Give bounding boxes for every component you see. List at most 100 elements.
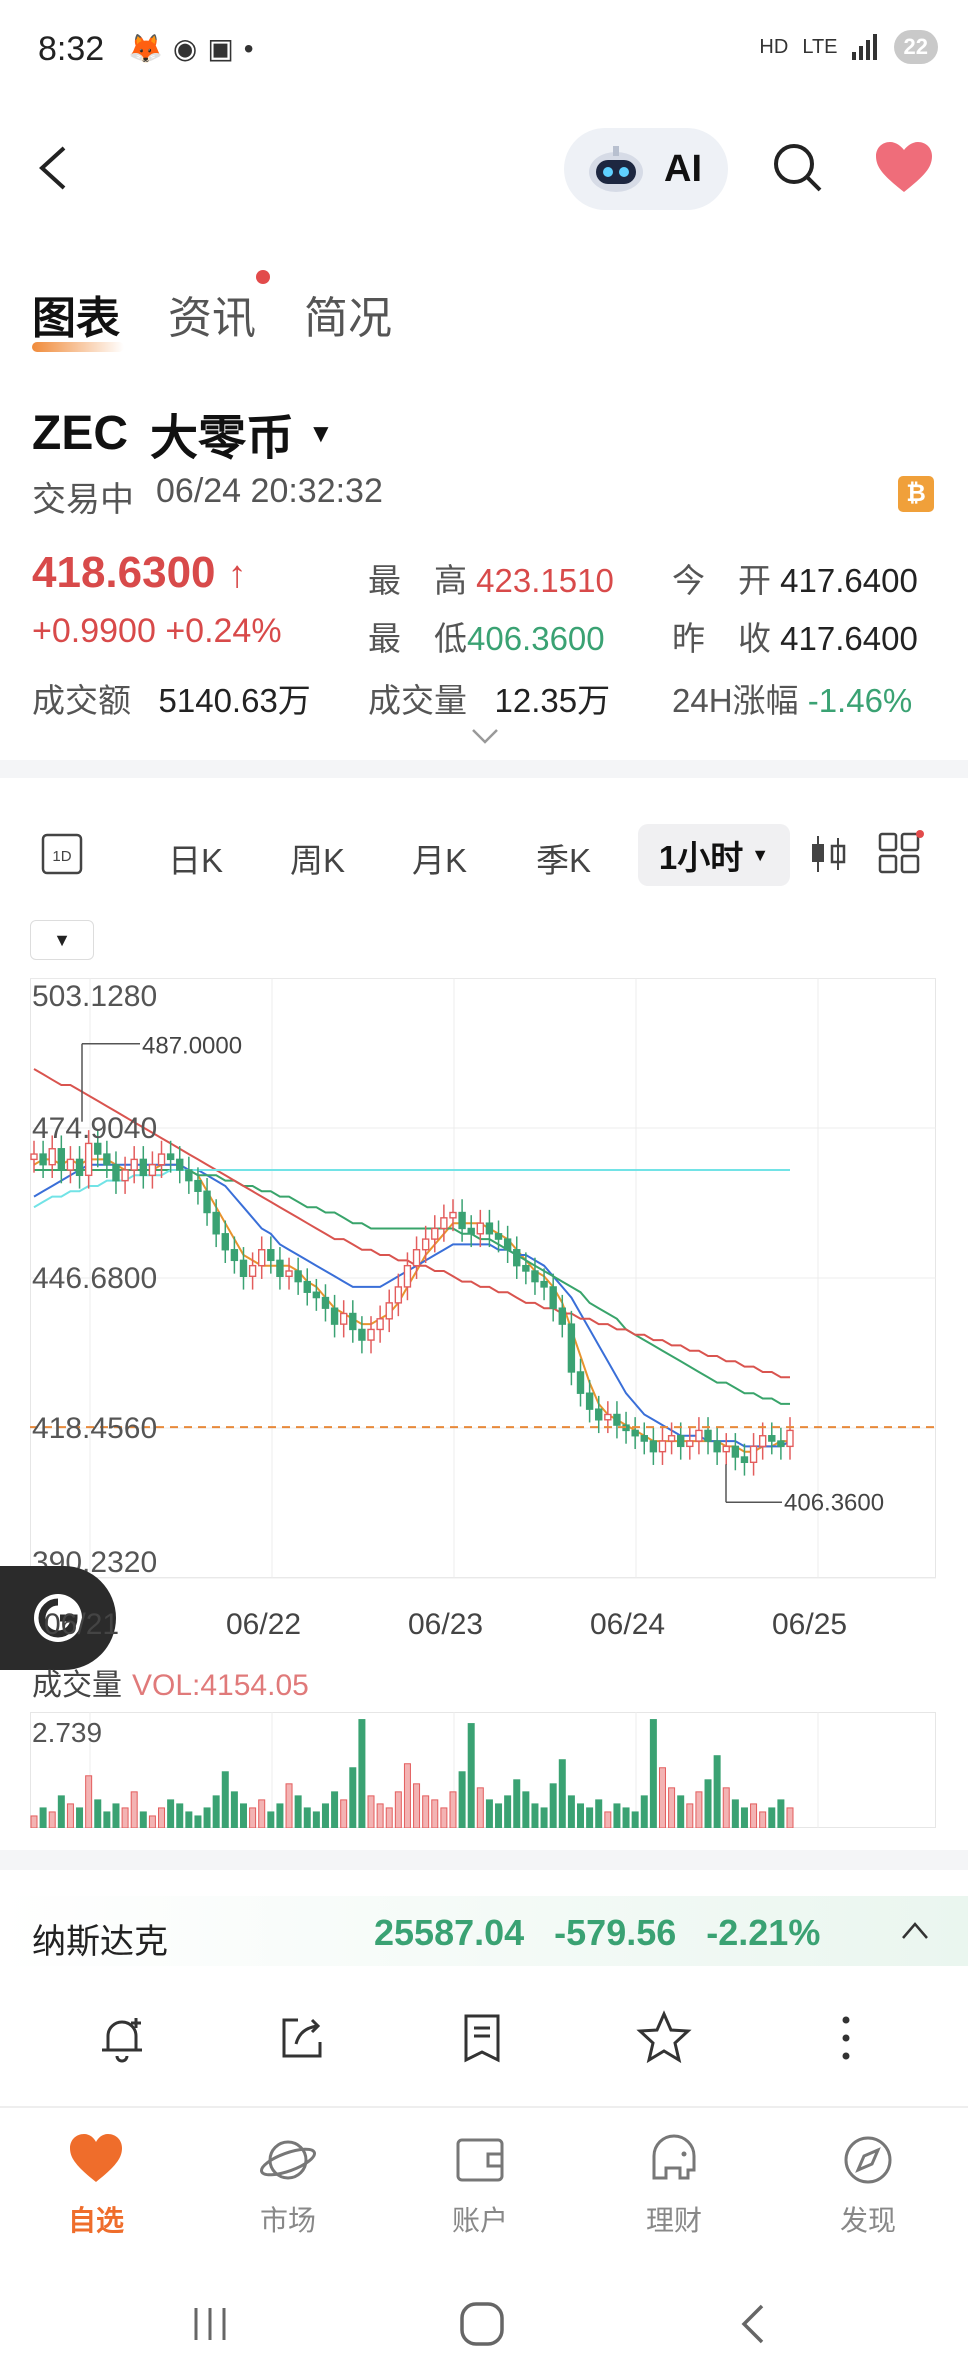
stat-open: 今 开 417.6400 [672,554,918,602]
stat-24h: 24H涨幅 -1.46% [672,674,912,722]
period-select-1h[interactable]: 1小时 ▼ [638,824,790,886]
period-month-k[interactable]: 月K [412,834,467,882]
stat-low-label: 最 低 [368,620,467,657]
candle-body [786,1429,794,1448]
candle-body [604,1413,612,1421]
hd-indicator: HD [759,35,789,58]
volume-bar [376,1803,384,1828]
candle-body [176,1158,184,1171]
period-week-k[interactable]: 周K [290,834,345,882]
battery-indicator: 22 [893,30,938,64]
chart-toolbar: 1D 日K 周K 月K 季K 1小时 ▼ [0,820,968,890]
expand-chevron-icon[interactable] [470,726,500,746]
candle-body [349,1312,357,1331]
volume-bar [722,1787,730,1828]
candle-body [640,1435,648,1442]
candle-body [84,1142,93,1177]
candle-body [722,1445,730,1453]
volume-bar [30,1815,38,1828]
period-quarter-k[interactable]: 季K [536,834,591,882]
home-icon[interactable] [452,2294,512,2354]
candle-body [740,1456,749,1464]
price-alert-bell-icon[interactable] [92,2008,152,2068]
period-1d-button[interactable]: 1D [40,832,84,884]
volume-bar [130,1791,138,1828]
volume-bar [440,1807,448,1828]
volume-bar [759,1811,767,1828]
candle-body [576,1371,585,1394]
index-change: -579.56 [554,1912,677,1953]
volume-bar [777,1799,785,1828]
volume-bar [768,1807,776,1828]
back-nav-icon[interactable] [724,2294,784,2354]
candle-body [112,1163,120,1182]
candle-body [768,1435,776,1442]
search-icon[interactable] [768,138,828,198]
ma-collapse-button[interactable]: ▼ [30,920,94,960]
price-change: +0.9900 +0.24% [32,612,282,651]
tab-news[interactable]: 资讯 [168,270,270,346]
notes-icon[interactable] [452,2008,512,2068]
ma-line-ma10 [33,1163,791,1448]
candle-body [267,1249,275,1262]
last-price: 418.6300 ↑ [32,548,247,598]
volume-bar [677,1795,685,1828]
stat-high: 最 高 423.1510 [368,554,614,602]
tab-overview[interactable]: 简况 [304,282,392,346]
back-icon[interactable] [26,138,86,198]
volume-max-tick: 2.739 [32,1717,102,1748]
candle-body [513,1249,521,1267]
index-ticker-bar[interactable]: 纳斯达克 25587.04 -579.56 -2.21% [0,1896,968,1966]
period-1d-label: 1D [52,848,71,865]
content-tabs: 图表 资讯 简况 [32,270,392,352]
nav-wealth[interactable]: 理财 [614,2130,734,2239]
volume-bar [267,1811,275,1828]
period-day-k[interactable]: 日K [168,834,223,882]
share-icon[interactable] [272,2008,332,2068]
index-values: 25587.04 -579.56 -2.21% [374,1912,820,1954]
ma-line-ma5 [33,1158,790,1453]
candle-body [212,1211,220,1235]
candle-body [385,1302,393,1320]
star-icon[interactable] [634,2008,694,2068]
volume-bar [449,1791,457,1828]
nav-watchlist[interactable]: 自选 [36,2130,156,2239]
nav-account[interactable]: 账户 [420,2130,540,2239]
volume-bar [203,1807,211,1828]
candle-body [485,1222,494,1235]
tab-chart[interactable]: 图表 [32,282,124,352]
volume-bar [167,1799,175,1828]
volume-bar [94,1799,102,1828]
volume-bar [358,1719,366,1828]
ai-assistant-button[interactable]: AI [564,128,728,210]
layout-grid-icon[interactable] [876,830,924,878]
price-chart[interactable]: 503.1280474.9040446.6800418.4560390.2320… [30,978,936,1582]
last-price-value: 418.6300 [32,548,216,597]
date-tick-label: 06/25 [772,1608,848,1641]
nav-discover[interactable]: 发现 [808,2130,928,2239]
favorite-heart-icon[interactable] [874,140,934,196]
bitcoin-badge-icon: ₿ [898,476,934,512]
volume-bar [121,1807,129,1828]
status-right: HD LTE 22 [759,30,938,64]
candle-body [303,1280,311,1293]
candle-body [367,1328,375,1341]
ticker-title[interactable]: ZEC 大零币 ▼ [32,398,334,468]
wallet-icon [456,2138,504,2182]
more-vertical-icon[interactable] [816,2008,876,2068]
stat-high-label: 最 高 [368,562,467,599]
candle-style-icon[interactable] [808,832,848,876]
price-tick-label: 474.9040 [32,1112,157,1145]
stat-open-value: 417.6400 [780,562,918,599]
period-selected-label: 1小时 [658,839,744,876]
chevron-up-icon[interactable] [900,1918,930,1942]
nav-market[interactable]: 市场 [228,2130,348,2239]
nav-account-label: 账户 [451,2205,508,2236]
volume-bar [221,1771,229,1828]
volume-bar [540,1807,548,1828]
volume-bar [577,1803,585,1828]
recent-apps-icon[interactable] [180,2294,240,2354]
stat-low-value: 406.3600 [467,620,605,657]
volume-bar [476,1787,484,1828]
stat-volume-label: 成交量 [368,682,467,719]
